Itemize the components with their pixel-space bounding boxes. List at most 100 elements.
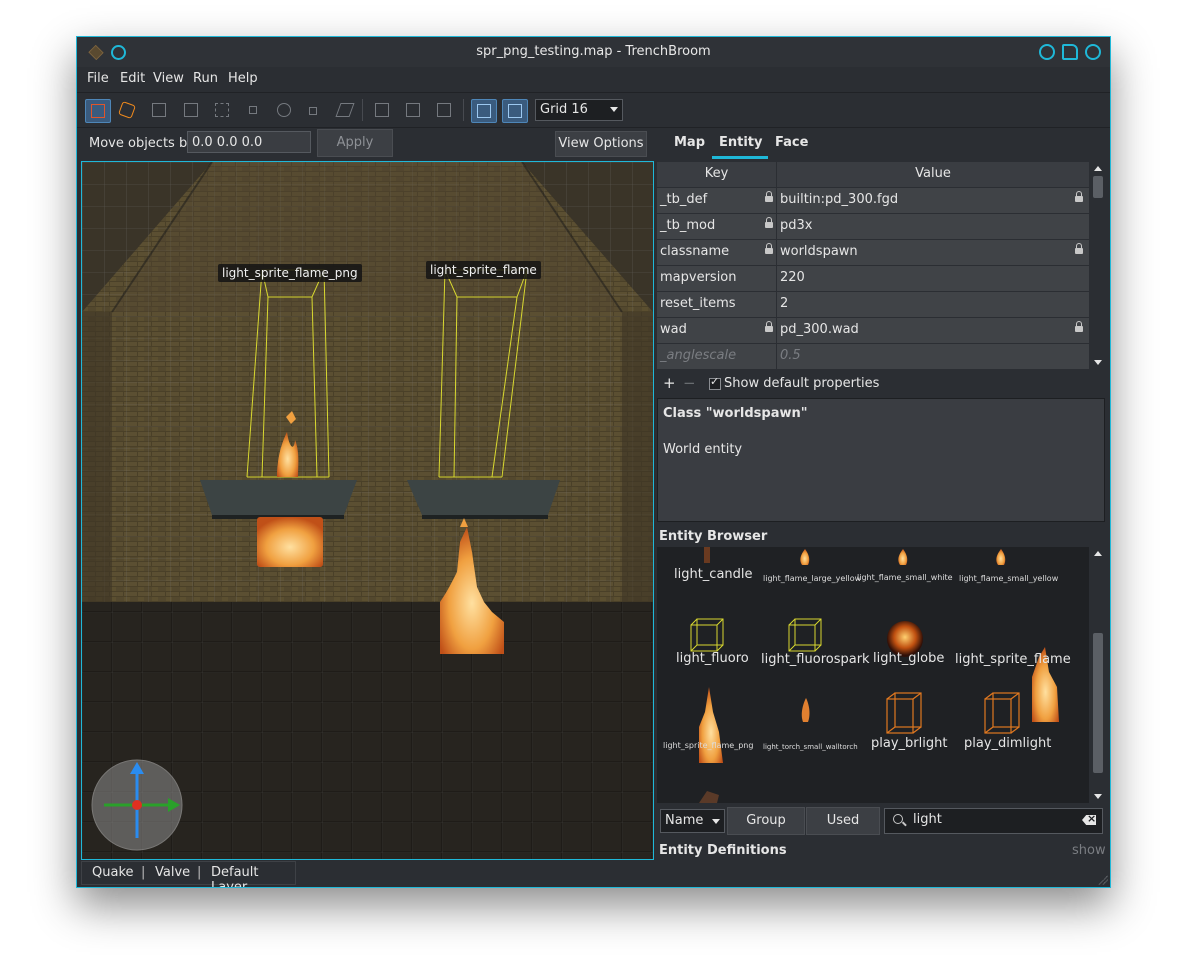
menu-edit[interactable]: Edit [120,71,145,86]
resize-grip-icon[interactable] [1098,875,1108,885]
entity-item-label[interactable]: light_flame_small_white [857,573,953,582]
rotate-tool-icon[interactable] [210,99,234,121]
face-tool-icon[interactable] [179,99,203,121]
scroll-thumb[interactable] [1093,633,1103,773]
status-game: Quake [92,865,134,880]
maximize-icon[interactable] [1062,44,1078,60]
shear-tool-icon[interactable] [272,99,296,121]
show-entity-definitions-link[interactable]: show [1072,843,1106,858]
uv-lock-icon[interactable] [502,99,528,123]
entity-item-label[interactable]: light_sprite_flame_png [663,741,753,750]
title-bar: spr_png_testing.map - TrenchBroom [77,37,1110,67]
3d-viewport[interactable]: light_sprite_flame_png light_sprite_flam… [81,161,654,860]
menu-run[interactable]: Run [193,71,218,86]
entity-item-label[interactable]: light_candle [674,567,753,582]
entity-item-label[interactable]: light_flame_large_yellow [763,574,861,583]
table-row[interactable]: _anglescale 0.5 [657,344,1089,370]
entity-label-light-sprite-flame: light_sprite_flame [426,261,541,279]
close-icon[interactable] [1085,44,1101,60]
entity-item-label[interactable]: light_sprite_flame [955,652,1071,667]
entity-search-input[interactable]: light [884,808,1103,834]
menu-bar: File Edit View Run Help [77,67,1110,91]
vertex-tool-icon[interactable] [115,99,139,121]
entity-item-label[interactable]: light_torch_small_walltorch [763,743,858,751]
lock-icon [765,243,773,254]
menu-help[interactable]: Help [228,71,258,86]
window-title: spr_png_testing.map - TrenchBroom [476,44,711,59]
property-table-scrollbar[interactable] [1091,162,1105,369]
property-value[interactable]: 220 [780,270,805,285]
entity-item-label[interactable]: play_brlight [871,736,947,751]
viewport-scene [82,162,653,859]
class-description: World entity [663,442,743,457]
property-value[interactable]: 2 [780,296,788,311]
skew-tool-icon[interactable] [333,99,357,121]
entity-browser-scrollbar[interactable] [1091,547,1105,803]
grid-size-value: Grid 16 [540,102,588,117]
table-row[interactable]: reset_items 2 [657,292,1089,318]
property-value[interactable]: pd_300.wad [780,322,859,337]
chevron-down-icon [712,819,720,824]
status-bar: Quake | Valve | Default Layer [81,861,296,887]
sort-select-value: Name [665,813,704,828]
status-separator: | [197,865,202,880]
entity-label-light-sprite-flame-png: light_sprite_flame_png [218,264,362,282]
clear-search-icon[interactable] [1082,815,1096,825]
flip-vertical-icon[interactable] [432,99,456,121]
property-key: classname [660,244,730,259]
scroll-up-icon[interactable] [1094,166,1102,171]
property-value[interactable]: 0.5 [780,348,801,363]
duplicate-icon[interactable] [370,99,394,121]
move-objects-input[interactable] [187,131,311,153]
status-layer[interactable]: Default Layer [211,865,295,887]
inspector-tabs: Map Entity Face [661,129,1106,159]
entity-item-label[interactable]: light_fluorospark [761,652,870,667]
table-row[interactable]: wad pd_300.wad [657,318,1089,344]
edge-tool-icon[interactable] [147,99,171,121]
entity-browser[interactable]: light_candle light_flame_large_yellow li… [657,547,1089,803]
sort-select[interactable]: Name [660,809,725,833]
scroll-down-icon[interactable] [1094,794,1102,799]
entity-item-label[interactable]: light_flame_small_yellow [959,574,1058,583]
search-text[interactable]: light [913,812,942,827]
toolbar-separator [463,99,464,121]
resize-tool-icon[interactable] [301,99,325,121]
entity-item-label[interactable]: play_dimlight [964,736,1051,751]
lock-icon [765,191,773,202]
entity-item-label[interactable]: light_globe [873,651,944,666]
property-value[interactable]: worldspawn [780,244,858,259]
lock-icon [765,321,773,332]
used-button[interactable]: Used [806,807,880,835]
menu-view[interactable]: View [153,71,184,86]
clip-tool-icon[interactable] [85,99,111,123]
show-default-checkbox[interactable] [709,375,721,390]
table-row[interactable]: _tb_def builtin:pd_300.fgd [657,188,1089,214]
grid-size-select[interactable]: Grid 16 [535,99,623,121]
entity-thumbnails [690,547,1059,803]
scroll-thumb[interactable] [1093,176,1103,198]
tab-entity[interactable]: Entity [719,135,763,150]
property-value[interactable]: builtin:pd_300.fgd [780,192,898,207]
texture-lock-icon[interactable] [471,99,497,123]
add-property-button[interactable]: + [663,374,676,392]
minimize-icon[interactable] [1039,44,1055,60]
value-column-header[interactable]: Value [777,166,1089,181]
entity-item-label[interactable]: light_fluoro [676,651,749,666]
remove-property-button[interactable]: − [683,374,696,392]
scale-tool-icon[interactable] [241,99,265,121]
group-button[interactable]: Group [727,807,805,835]
key-column-header[interactable]: Key [657,166,776,181]
property-value[interactable]: pd3x [780,218,812,233]
menu-file[interactable]: File [87,71,109,86]
table-row[interactable]: classname worldspawn [657,240,1089,266]
entity-property-table: Key Value _tb_def builtin:pd_300.fgd _tb… [657,162,1089,370]
table-row[interactable]: _tb_mod pd3x [657,214,1089,240]
table-row[interactable]: mapversion 220 [657,266,1089,292]
scroll-up-icon[interactable] [1094,551,1102,556]
flip-horizontal-icon[interactable] [401,99,425,121]
tab-map[interactable]: Map [674,135,705,150]
apply-button[interactable]: Apply [317,129,393,157]
tab-face[interactable]: Face [775,135,808,150]
view-options-button[interactable]: View Options [555,131,647,157]
scroll-down-icon[interactable] [1094,360,1102,365]
